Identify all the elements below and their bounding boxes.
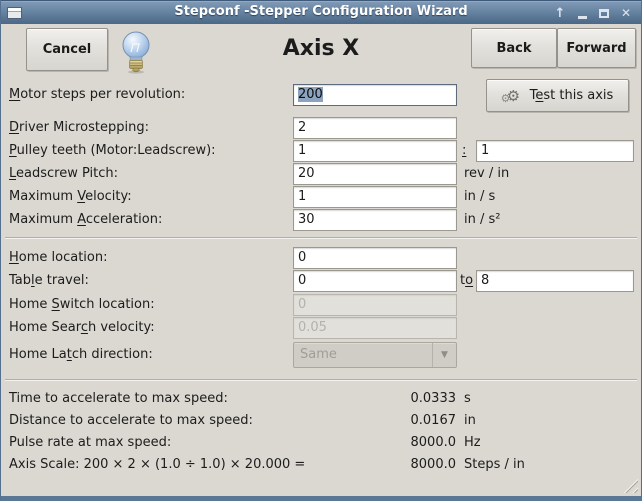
distance-to-accel-label: Distance to accelerate to max speed: [9, 410, 253, 432]
motor-steps-input[interactable]: 200 [293, 84, 457, 106]
home-location-input[interactable]: 0 [293, 247, 457, 269]
table-travel-label: Table travel: [9, 270, 89, 292]
pulse-rate-label: Pulse rate at max speed: [9, 432, 171, 454]
separator [5, 237, 637, 239]
minimize-button[interactable] [574, 4, 590, 22]
motor-steps-label: Motor steps per revolution: [9, 84, 185, 106]
distance-to-accel-value: 0.0167 [381, 410, 456, 432]
max-velocity-label: Maximum Velocity: [9, 186, 132, 208]
pitch-unit-label: rev / in [464, 163, 509, 185]
table-travel-to-label: to [460, 270, 473, 292]
maximize-button[interactable] [596, 4, 612, 22]
titlebar[interactable]: Stepconf -Stepper Configuration Wizard ↑… [0, 0, 642, 24]
max-velocity-input[interactable]: 1 [293, 186, 457, 208]
stepconf-window: Stepconf -Stepper Configuration Wizard ↑… [0, 0, 642, 501]
home-switch-input: 0 [293, 294, 457, 316]
pulley-ratio-separator: : [462, 140, 466, 162]
window-title: Stepconf -Stepper Configuration Wizard [0, 4, 642, 19]
home-latch-direction-label: Home Latch direction: [9, 344, 153, 366]
gears-icon: ⚙⚙ [502, 86, 524, 106]
chevron-down-icon: ▼ [432, 343, 456, 367]
forward-button[interactable]: Forward [557, 28, 636, 68]
time-to-accel-value: 0.0333 [381, 388, 456, 410]
pulley-teeth-label: Pulley teeth (Motor:Leadscrew): [9, 140, 216, 162]
microstepping-label: Driver Microstepping: [9, 117, 149, 139]
distance-to-accel-unit: in [464, 410, 476, 432]
shade-button[interactable]: ↑ [552, 4, 568, 22]
acceleration-unit-label: in / s² [464, 209, 500, 231]
resize-grip[interactable] [621, 476, 638, 493]
microstepping-input[interactable]: 2 [293, 117, 457, 139]
home-latch-direction-select: Same ▼ [293, 342, 457, 368]
home-search-velocity-label: Home Search velocity: [9, 317, 155, 339]
pulse-rate-value: 8000.0 [381, 432, 456, 454]
table-travel-to-input[interactable]: 8 [476, 270, 634, 292]
home-search-velocity-input: 0.05 [293, 317, 457, 339]
back-button[interactable]: Back [471, 28, 557, 68]
table-travel-from-input[interactable]: 0 [293, 270, 457, 292]
velocity-unit-label: in / s [464, 186, 495, 208]
leadscrew-pitch-label: Leadscrew Pitch: [9, 163, 118, 185]
pulley-leadscrew-input[interactable]: 1 [476, 140, 634, 162]
time-to-accel-label: Time to accelerate to max speed: [9, 388, 228, 410]
separator [5, 379, 637, 381]
pulse-rate-unit: Hz [464, 432, 481, 454]
axis-scale-value: 8000.0 [381, 454, 456, 476]
axis-scale-unit: Steps / in [464, 454, 525, 476]
home-switch-label: Home Switch location: [9, 294, 155, 316]
pulley-motor-input[interactable]: 1 [293, 140, 457, 162]
home-location-label: Home location: [9, 247, 108, 269]
max-acceleration-input[interactable]: 30 [293, 209, 457, 231]
time-to-accel-unit: s [464, 388, 471, 410]
close-button[interactable]: ✕ [618, 4, 634, 22]
max-acceleration-label: Maximum Acceleration: [9, 209, 162, 231]
axis-scale-label: Axis Scale: 200 × 2 × (1.0 ÷ 1.0) × 20.0… [9, 454, 305, 476]
test-this-axis-button[interactable]: ⚙⚙ Test this axis [486, 79, 629, 112]
leadscrew-pitch-input[interactable]: 20 [293, 163, 457, 185]
